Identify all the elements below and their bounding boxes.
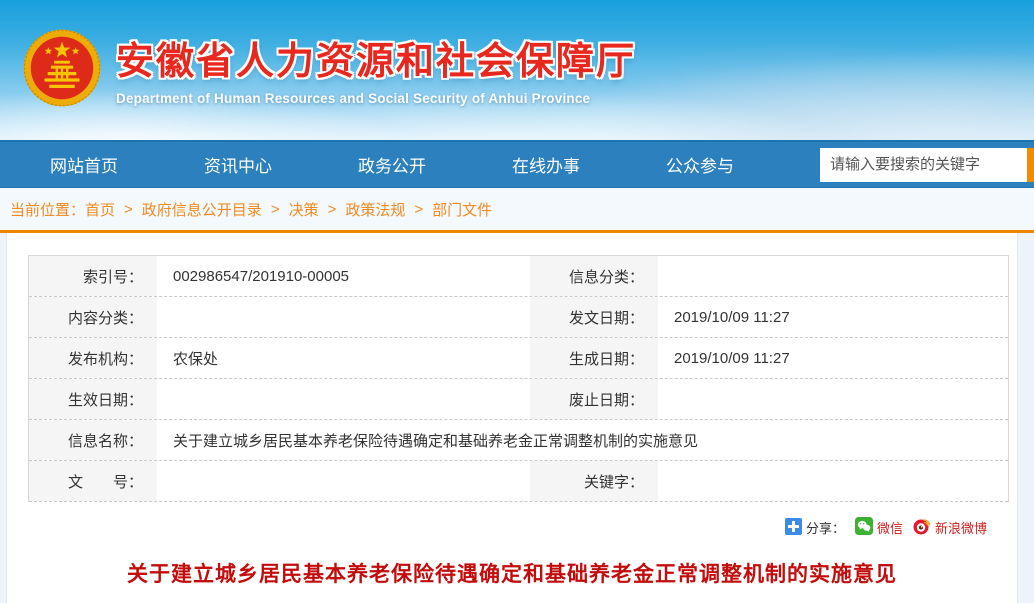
share-sina-weibo-label: 新浪微博: [935, 518, 987, 537]
content-category-value: [159, 297, 530, 337]
repeal-date-label: 废止日期：: [530, 379, 660, 419]
creation-date-label: 生成日期：: [530, 338, 660, 378]
share-toolbar: 分享： 微信: [7, 517, 1017, 538]
index-number-value: 002986547/201910-00005: [159, 256, 530, 296]
breadcrumb-separator: >: [124, 201, 133, 218]
header-titles: 安徽省人力资源和社会保障厅 Department of Human Resour…: [116, 30, 636, 106]
document-info-table: 索引号： 002986547/201910-00005 信息分类： 内容分类： …: [28, 255, 1009, 502]
content-wrapper: 索引号： 002986547/201910-00005 信息分类： 内容分类： …: [0, 233, 1034, 603]
search-input[interactable]: [820, 148, 1027, 182]
article-title: 关于建立城乡居民基本养老保险待遇确定和基础养老金正常调整机制的实施意见: [7, 558, 1017, 588]
nav-item-home[interactable]: 网站首页: [50, 152, 118, 177]
breadcrumb-label: 当前位置：: [10, 199, 85, 220]
keywords-value: [660, 461, 1008, 501]
header-banner: 安徽省人力资源和社会保障厅 Department of Human Resour…: [0, 0, 1034, 140]
wechat-icon: [855, 517, 873, 538]
breadcrumb-item-home[interactable]: 首页: [85, 199, 115, 220]
site-subtitle: Department of Human Resources and Social…: [116, 91, 636, 106]
table-row: 生效日期： 废止日期：: [29, 379, 1008, 420]
content-container: 索引号： 002986547/201910-00005 信息分类： 内容分类： …: [6, 233, 1018, 603]
nav-item-online-services[interactable]: 在线办事: [512, 152, 580, 177]
repeal-date-value: [660, 379, 1008, 419]
header-brand: 安徽省人力资源和社会保障厅 Department of Human Resour…: [22, 28, 636, 108]
search-button[interactable]: [1027, 148, 1034, 182]
info-name-value: 关于建立城乡居民基本养老保险待遇确定和基础养老金正常调整机制的实施意见: [159, 420, 1008, 460]
share-wechat-button[interactable]: 微信: [855, 517, 903, 538]
breadcrumb-separator: >: [328, 201, 337, 218]
breadcrumb-separator: >: [271, 201, 280, 218]
effective-date-value: [159, 379, 530, 419]
table-row: 信息名称： 关于建立城乡居民基本养老保险待遇确定和基础养老金正常调整机制的实施意…: [29, 420, 1008, 461]
index-number-label: 索引号：: [29, 256, 159, 296]
share-wechat-label: 微信: [877, 518, 903, 537]
info-category-label: 信息分类：: [530, 256, 660, 296]
issue-date-label: 发文日期：: [530, 297, 660, 337]
nav-item-public-participation[interactable]: 公众参与: [666, 152, 734, 177]
breadcrumb: 当前位置： 首页 > 政府信息公开目录 > 决策 > 政策法规 > 部门文件: [0, 188, 1034, 233]
share-button[interactable]: 分享：: [785, 518, 845, 538]
info-name-label: 信息名称：: [29, 420, 159, 460]
info-category-value: [660, 256, 1008, 296]
sina-weibo-icon: [913, 517, 931, 538]
nav-item-news-center[interactable]: 资讯中心: [204, 152, 272, 177]
china-national-emblem-icon: [22, 28, 102, 108]
site-title: 安徽省人力资源和社会保障厅: [116, 30, 636, 85]
share-sina-weibo-button[interactable]: 新浪微博: [913, 517, 987, 538]
creation-date-value: 2019/10/09 11:27: [660, 338, 1008, 378]
keywords-label: 关键字：: [530, 461, 660, 501]
effective-date-label: 生效日期：: [29, 379, 159, 419]
nav-item-government-affairs[interactable]: 政务公开: [358, 152, 426, 177]
breadcrumb-item-department-documents[interactable]: 部门文件: [432, 199, 492, 220]
share-plus-icon: [785, 518, 802, 538]
search-bar: [820, 148, 1034, 182]
document-number-label: 文 号：: [29, 461, 159, 501]
breadcrumb-item-policy-regulations[interactable]: 政策法规: [345, 199, 405, 220]
main-nav: 网站首页 资讯中心 政务公开 在线办事 公众参与: [0, 140, 1034, 188]
breadcrumb-item-info-catalog[interactable]: 政府信息公开目录: [142, 199, 262, 220]
table-row: 文 号： 关键字：: [29, 461, 1008, 502]
table-row: 内容分类： 发文日期： 2019/10/09 11:27: [29, 297, 1008, 338]
publishing-agency-value: 农保处: [159, 338, 530, 378]
publishing-agency-label: 发布机构：: [29, 338, 159, 378]
issue-date-value: 2019/10/09 11:27: [660, 297, 1008, 337]
document-number-value: [159, 461, 530, 501]
breadcrumb-item-decision[interactable]: 决策: [289, 199, 319, 220]
share-label-text: 分享：: [806, 518, 845, 537]
content-category-label: 内容分类：: [29, 297, 159, 337]
table-row: 索引号： 002986547/201910-00005 信息分类：: [29, 256, 1008, 297]
breadcrumb-separator: >: [414, 201, 423, 218]
table-row: 发布机构： 农保处 生成日期： 2019/10/09 11:27: [29, 338, 1008, 379]
